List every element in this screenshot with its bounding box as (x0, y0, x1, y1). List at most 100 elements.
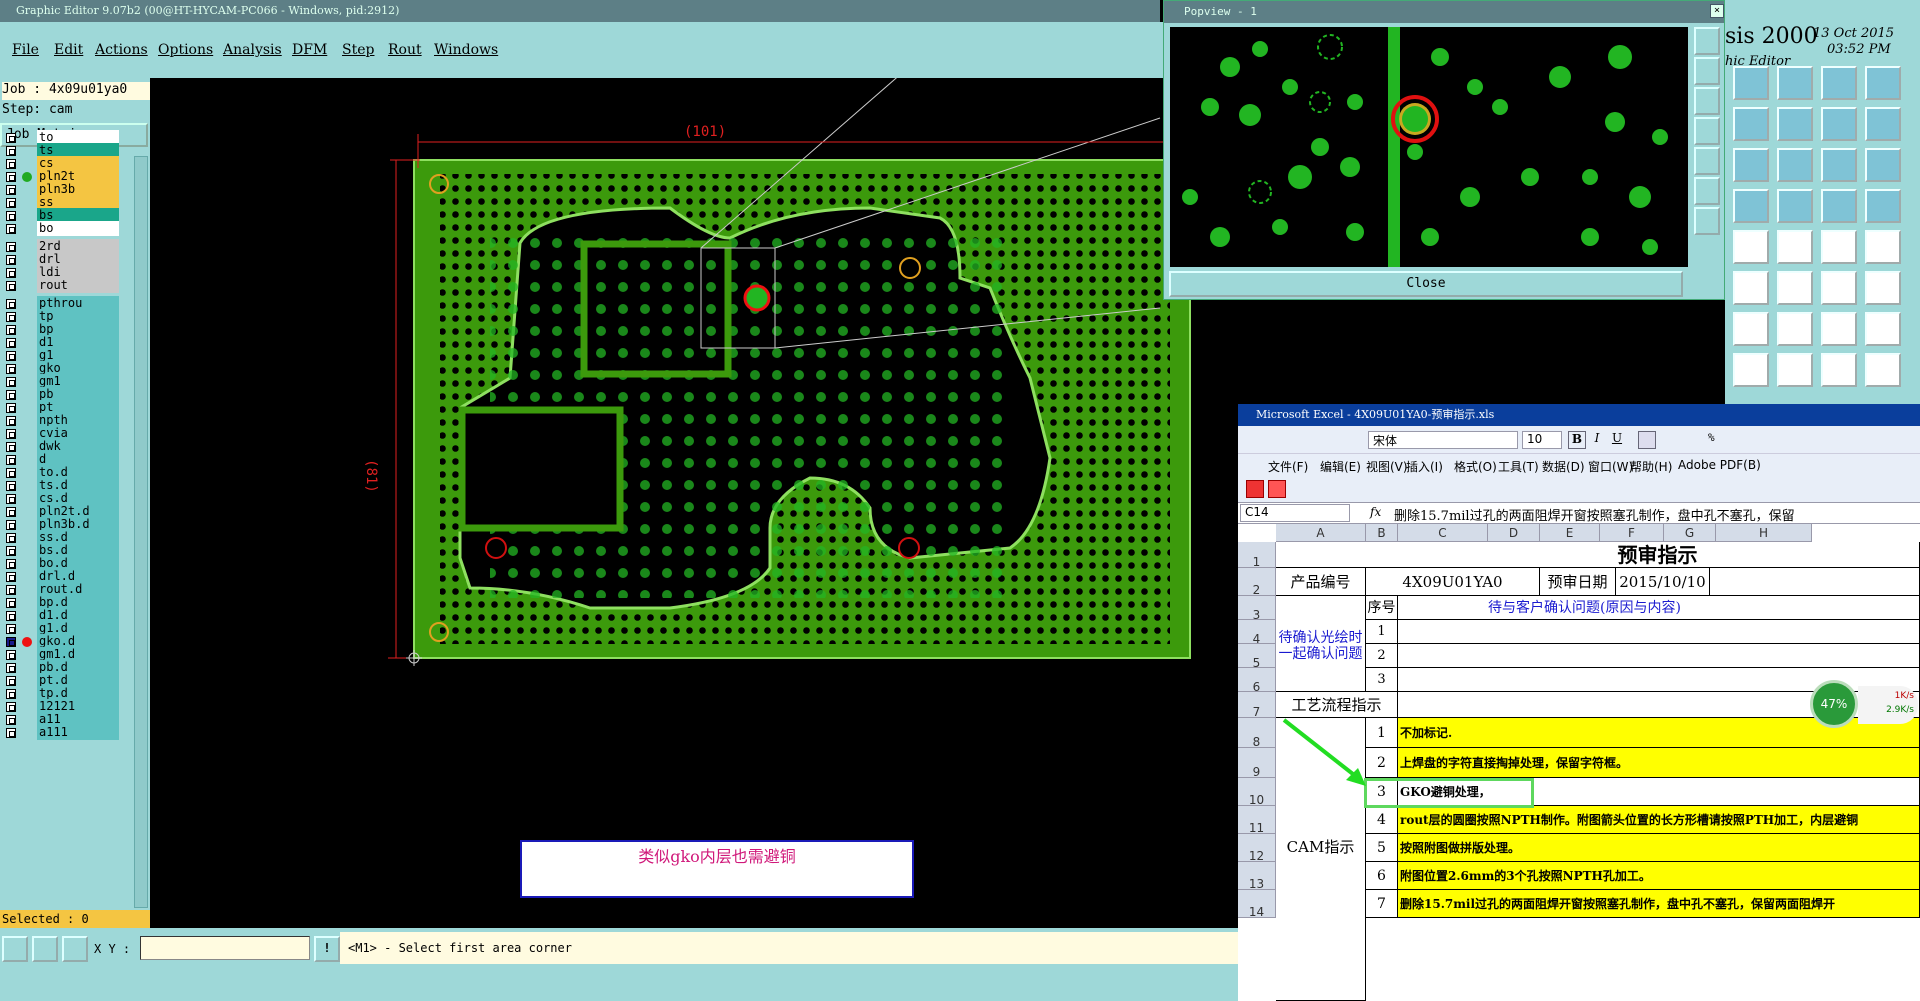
line-icon[interactable] (1821, 230, 1857, 264)
popview-tool-3-icon[interactable] (1694, 87, 1720, 115)
resize-icon[interactable] (1821, 148, 1857, 182)
slash-icon[interactable] (1777, 312, 1813, 346)
minus-icon[interactable] (1777, 353, 1813, 387)
layer-row-a111[interactable]: a111 (2, 725, 120, 740)
layer-name[interactable]: a111 (37, 725, 119, 740)
connect-icon[interactable] (1777, 189, 1813, 223)
menu-file[interactable]: File (12, 42, 39, 58)
snap-icon[interactable] (1821, 189, 1857, 223)
layer-checkbox[interactable] (6, 377, 16, 387)
undo-icon[interactable] (1733, 189, 1769, 223)
measure-icon[interactable] (1865, 189, 1901, 223)
menu-windows[interactable]: Windows (434, 42, 498, 58)
layer-checkbox[interactable] (6, 468, 16, 478)
show-icon[interactable] (1865, 271, 1901, 305)
popview-canvas[interactable] (1170, 27, 1688, 267)
layer-checkbox[interactable] (6, 663, 16, 673)
menu-edit[interactable]: Edit (54, 42, 83, 58)
node-icon[interactable] (1733, 271, 1769, 305)
select-icon[interactable] (1733, 230, 1769, 264)
row-header[interactable]: 6 (1238, 668, 1276, 694)
layer-checkbox[interactable] (6, 650, 16, 660)
layer-checkbox[interactable] (6, 715, 16, 725)
layer-checkbox[interactable] (6, 507, 16, 517)
pdf-icon[interactable] (1246, 480, 1264, 498)
row-header[interactable]: 10 (1238, 778, 1276, 807)
layer-checkbox[interactable] (6, 325, 16, 335)
layer-checkbox[interactable] (6, 676, 16, 686)
name-box[interactable]: C14 (1240, 504, 1350, 522)
pdf-mail-icon[interactable] (1268, 480, 1286, 498)
layer-checkbox[interactable] (6, 455, 16, 465)
layer-checkbox[interactable] (6, 312, 16, 322)
row-header[interactable]: 7 (1238, 692, 1276, 719)
row-header[interactable]: 4 (1238, 620, 1276, 646)
layer-checkbox[interactable] (6, 429, 16, 439)
layer-checkbox[interactable] (6, 211, 16, 221)
mirror-icon[interactable] (1865, 107, 1901, 141)
confirm-text[interactable] (1398, 620, 1920, 644)
draw-icon[interactable] (1733, 312, 1769, 346)
popview-tool-6-icon[interactable] (1694, 177, 1720, 205)
font-name-select[interactable]: 宋体 (1368, 431, 1518, 449)
row-header[interactable]: 9 (1238, 748, 1276, 779)
excel-menu-item[interactable]: 编辑(E) (1320, 458, 1361, 475)
layer-name[interactable]: rout (37, 278, 119, 293)
layer-checkbox[interactable] (6, 689, 16, 699)
menu-actions[interactable]: Actions (95, 42, 148, 58)
row-header[interactable]: 12 (1238, 834, 1276, 863)
layer-checkbox[interactable] (6, 299, 16, 309)
cut-icon[interactable] (1777, 230, 1813, 264)
grid-tool-icon[interactable] (62, 936, 88, 962)
layer-checkbox[interactable] (6, 624, 16, 634)
layer-checkbox[interactable] (6, 442, 16, 452)
percent-icon[interactable]: % (1708, 431, 1726, 449)
cam-text[interactable]: 附图位置2.6mm的3个孔按照NPTH孔加工。 (1398, 862, 1920, 890)
column-header[interactable]: G (1664, 524, 1716, 542)
popview-tool-1-icon[interactable] (1694, 27, 1720, 55)
fill-icon[interactable] (1865, 230, 1901, 264)
excel-menu-item[interactable]: 插入(I) (1406, 458, 1443, 475)
excel-menu-item[interactable]: 窗口(W) (1588, 458, 1633, 475)
layer-checkbox[interactable] (6, 159, 16, 169)
measure-tool-icon[interactable] (32, 936, 58, 962)
layer-checkbox[interactable] (6, 255, 16, 265)
column-header[interactable]: F (1600, 524, 1664, 542)
row-header[interactable]: 2 (1238, 568, 1276, 597)
popview-tool-7-icon[interactable] (1694, 207, 1720, 235)
align-right-icon[interactable] (1678, 431, 1696, 449)
align-center-icon[interactable] (1658, 431, 1676, 449)
layer-name[interactable]: bo (37, 221, 119, 236)
column-header[interactable]: H (1716, 524, 1812, 542)
home-icon[interactable] (1821, 66, 1857, 100)
row-header[interactable]: 5 (1238, 644, 1276, 670)
excel-menu-item[interactable]: 文件(F) (1268, 458, 1308, 475)
font-size-select[interactable]: 10 (1522, 431, 1562, 449)
popview-tool-5-icon[interactable] (1694, 147, 1720, 175)
menu-dfm[interactable]: DFM (292, 42, 327, 58)
row-header[interactable]: 1 (1238, 542, 1276, 569)
text-icon[interactable] (1777, 148, 1813, 182)
alert-icon[interactable]: ! (314, 936, 340, 962)
layer-checkbox[interactable] (6, 390, 16, 400)
layer-row-bo[interactable]: bo (2, 221, 120, 236)
layer-checkbox[interactable] (6, 351, 16, 361)
align-left-icon[interactable] (1638, 431, 1656, 449)
help-icon[interactable] (1865, 148, 1901, 182)
layer-checkbox[interactable] (6, 533, 16, 543)
layer-checkbox[interactable] (6, 268, 16, 278)
underline-icon[interactable]: U (1608, 431, 1626, 449)
column-header[interactable]: D (1488, 524, 1540, 542)
layer-checkbox[interactable] (6, 146, 16, 156)
xy-input[interactable] (140, 936, 310, 960)
layer-checkbox[interactable] (6, 702, 16, 712)
bold-icon[interactable]: B (1568, 431, 1586, 449)
scale-icon[interactable] (1733, 148, 1769, 182)
layer-row-rout[interactable]: rout (2, 278, 120, 293)
menu-step[interactable]: Step (342, 42, 374, 58)
formula-input[interactable]: 删除15.7mil过孔的两面阻焊开窗按照塞孔制作，盘中孔不塞孔，保留 (1394, 505, 1795, 524)
hide-icon[interactable] (1821, 271, 1857, 305)
curve-icon[interactable] (1821, 312, 1857, 346)
zoom-in-icon[interactable] (1733, 66, 1769, 100)
zoom-out-icon[interactable] (1777, 66, 1813, 100)
